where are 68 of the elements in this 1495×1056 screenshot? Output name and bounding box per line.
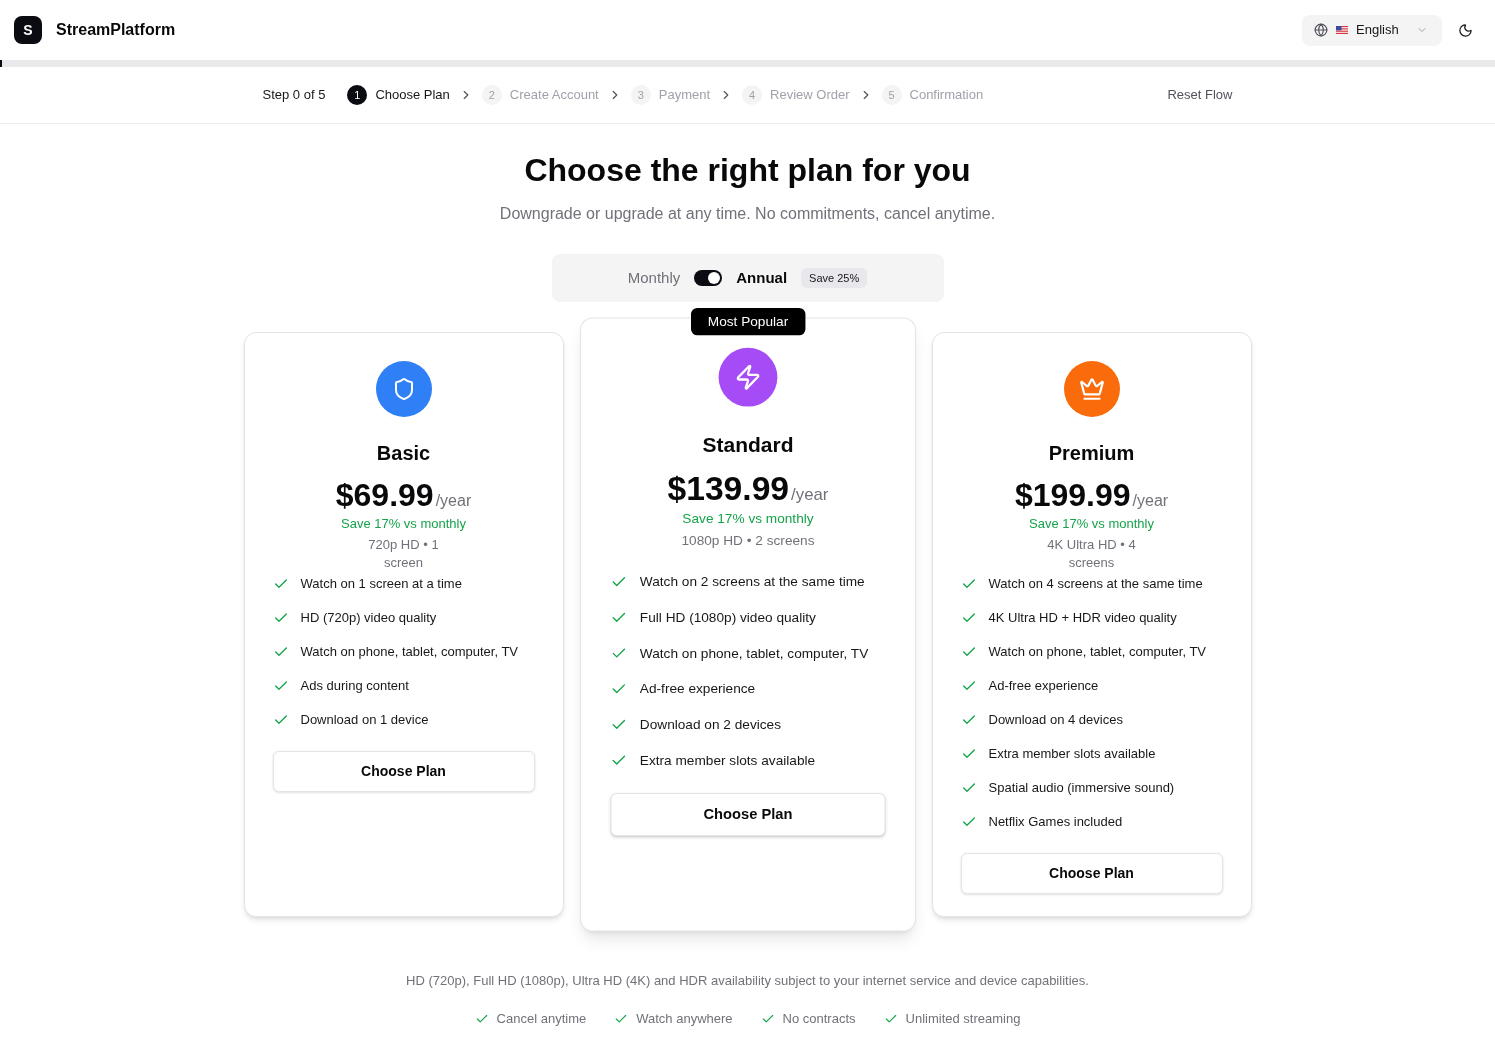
choose-plan-button[interactable]: Choose Plan xyxy=(272,751,535,792)
perk-text: Cancel anytime xyxy=(496,1010,587,1028)
check-icon xyxy=(883,1012,898,1026)
feature-text: Watch on phone, tablet, computer, TV xyxy=(300,643,518,662)
billing-switch[interactable] xyxy=(694,270,723,286)
step-counter: Step 0 of 5 xyxy=(262,86,326,105)
savings-text: Save 17% vs monthly xyxy=(341,515,466,533)
plan-name: Basic xyxy=(376,441,431,466)
perk-text: Watch anywhere xyxy=(636,1010,733,1028)
feature-text: Ad-free experience xyxy=(988,677,1099,696)
most-popular-badge: Most Popular xyxy=(690,307,805,336)
plan-name: Premium xyxy=(1048,441,1135,466)
feature-text: Spatial audio (immersive sound) xyxy=(988,779,1175,798)
perk-text: No contracts xyxy=(782,1010,856,1028)
dark-mode-button[interactable] xyxy=(1458,22,1473,38)
price-period: /year xyxy=(790,484,828,506)
feature-text: Watch on 1 screen at a time xyxy=(300,575,462,594)
feature-text: Watch on phone, tablet, computer, TV xyxy=(988,643,1206,662)
page-title: Choose the right plan for you xyxy=(524,151,971,190)
feature-text: HD (720p) video quality xyxy=(300,609,437,628)
step-number: 1 xyxy=(347,85,368,105)
annual-label: Annual xyxy=(736,267,788,288)
step-number: 4 xyxy=(742,85,763,105)
flag-icon xyxy=(1336,26,1348,34)
plan-name: Standard xyxy=(702,431,793,458)
feature-text: Watch on phone, tablet, computer, TV xyxy=(639,644,868,663)
check-icon xyxy=(614,1012,629,1026)
step-number: 3 xyxy=(630,85,651,105)
moon-icon xyxy=(1458,22,1473,38)
plan-spec: 720p HD • 1 screen xyxy=(367,536,440,572)
choose-plan-button[interactable]: Choose Plan xyxy=(960,853,1223,894)
plan-spec: 4K Ultra HD • 4 screens xyxy=(1046,536,1137,572)
feature-text: Extra member slots available xyxy=(988,745,1156,764)
savings-badge: Save 25% xyxy=(801,268,868,288)
language-select[interactable]: English xyxy=(1302,14,1442,46)
feature-text: 4K Ultra HD + HDR video quality xyxy=(988,609,1177,628)
feature-text: Ads during content xyxy=(300,677,409,696)
savings-text: Save 17% vs monthly xyxy=(1029,515,1154,533)
feature-text: Watch on 4 screens at the same time xyxy=(988,575,1203,594)
feature-text: Extra member slots available xyxy=(639,751,815,771)
choose-plan-button[interactable]: Choose Plan xyxy=(609,793,886,837)
logo-mark: S xyxy=(14,16,42,44)
availability-note: HD (720p), Full HD (1080p), Ultra HD (4K) and HDR availability subject to your internet service and device capabilities. xyxy=(406,972,1089,990)
savings-text: Save 17% vs monthly xyxy=(681,509,814,529)
reset-flow-button[interactable]: Reset Flow xyxy=(1167,85,1233,105)
check-icon xyxy=(760,1012,775,1026)
step-number: 2 xyxy=(481,85,502,105)
perk-text: Unlimited streaming xyxy=(905,1010,1021,1028)
price-period: /year xyxy=(1132,491,1169,511)
feature-text: Download on 1 device xyxy=(300,711,429,730)
check-icon xyxy=(474,1012,489,1026)
globe-icon xyxy=(1314,23,1328,37)
plan-price: $199.99 xyxy=(1014,476,1131,515)
plan-spec: 1080p HD • 2 screens xyxy=(681,531,814,551)
step-label[interactable]: Choose Plan xyxy=(375,85,450,105)
feature-text: Download on 2 devices xyxy=(639,715,781,735)
brand-name: StreamPlatform xyxy=(56,20,176,40)
feature-text: Full HD (1080p) video quality xyxy=(639,608,816,628)
feature-text: Watch on 2 screens at the same time xyxy=(639,572,865,592)
step-number: 5 xyxy=(881,85,902,105)
feature-text: Download on 4 devices xyxy=(988,711,1123,730)
feature-text: Netflix Games included xyxy=(988,813,1123,832)
plan-price: $139.99 xyxy=(667,468,789,510)
feature-text: Ad-free experience xyxy=(639,679,755,699)
price-period: /year xyxy=(435,491,472,511)
monthly-label: Monthly xyxy=(627,267,681,288)
page-subtitle: Downgrade or upgrade at any time. No commitments, cancel anytime. xyxy=(499,204,996,224)
plan-price: $69.99 xyxy=(335,476,434,515)
